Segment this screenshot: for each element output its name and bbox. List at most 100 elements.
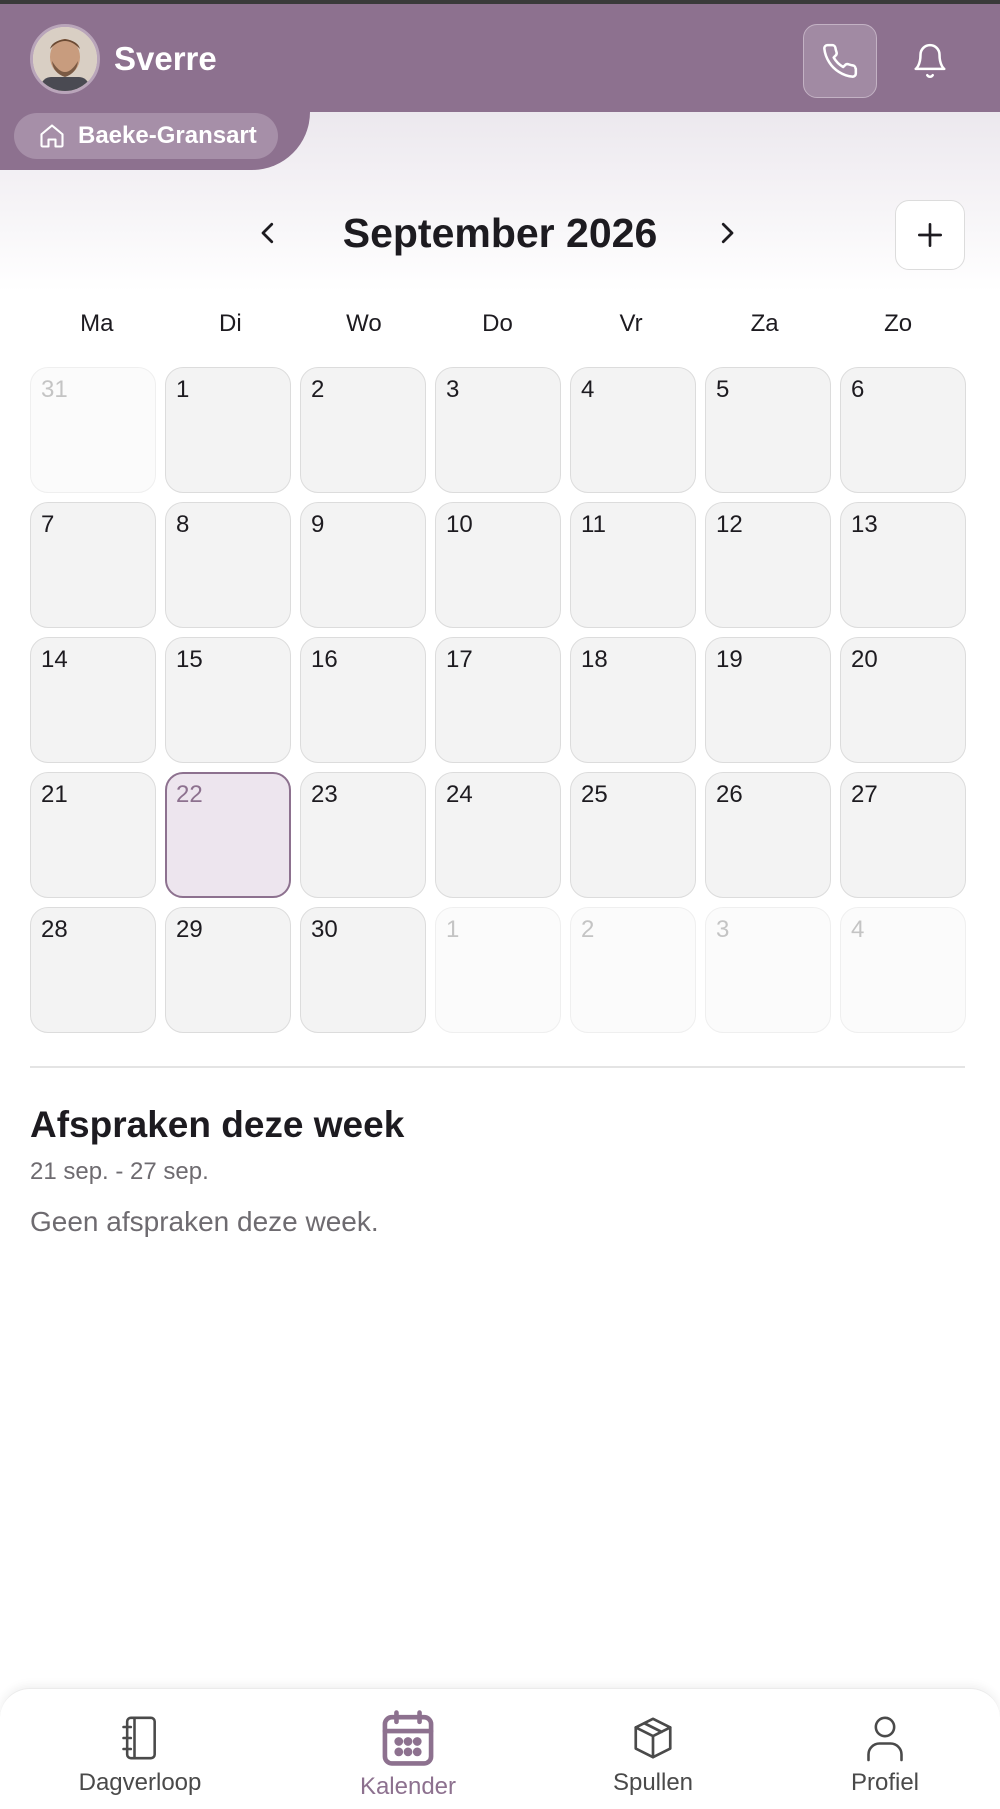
calendar-day[interactable]: 23 bbox=[300, 772, 426, 898]
user-name: Sverre bbox=[114, 40, 217, 77]
calendar-day[interactable]: 31 bbox=[30, 367, 156, 493]
day-number: 8 bbox=[176, 511, 190, 538]
day-number: 4 bbox=[581, 376, 595, 403]
calendar-day[interactable]: 3 bbox=[435, 367, 561, 493]
home-icon bbox=[40, 124, 64, 148]
day-number: 21 bbox=[41, 781, 68, 808]
plus-icon bbox=[918, 223, 942, 247]
day-number: 4 bbox=[851, 916, 865, 943]
calendar-day[interactable]: 15 bbox=[165, 637, 291, 763]
calendar-day[interactable]: 27 bbox=[840, 772, 966, 898]
calendar-day[interactable]: 19 bbox=[705, 637, 831, 763]
calendar-day[interactable]: 6 bbox=[840, 367, 966, 493]
calendar-day[interactable]: 12 bbox=[705, 502, 831, 628]
bottom-navigation: Dagverloop Kalender Spullen Profiel bbox=[0, 1688, 1000, 1809]
weekday-label: Wo bbox=[346, 310, 382, 337]
calendar-day[interactable]: 1 bbox=[435, 907, 561, 1033]
day-number: 31 bbox=[41, 376, 68, 403]
nav-item-dagverloop[interactable]: Dagverloop bbox=[60, 1689, 220, 1809]
calendar-day[interactable]: 14 bbox=[30, 637, 156, 763]
calendar-day[interactable]: 2 bbox=[570, 907, 696, 1033]
nav-item-spullen[interactable]: Spullen bbox=[573, 1689, 733, 1809]
bell-icon bbox=[914, 43, 946, 78]
day-number: 22 bbox=[176, 781, 203, 808]
weekday-label: Di bbox=[219, 310, 242, 337]
calendar-day[interactable]: 29 bbox=[165, 907, 291, 1033]
call-button[interactable] bbox=[803, 24, 877, 98]
day-number: 20 bbox=[851, 646, 878, 673]
weekday-label: Za bbox=[750, 310, 779, 337]
day-number: 15 bbox=[176, 646, 203, 673]
calendar-day[interactable]: 3 bbox=[705, 907, 831, 1033]
day-number: 23 bbox=[311, 781, 338, 808]
day-number: 16 bbox=[311, 646, 338, 673]
next-month-button[interactable] bbox=[704, 210, 750, 256]
week-section-title: Afspraken deze week bbox=[30, 1104, 405, 1145]
calendar-day[interactable]: 2 bbox=[300, 367, 426, 493]
weekday-label: Ma bbox=[80, 310, 114, 337]
nav-item-label: Dagverloop bbox=[78, 1769, 202, 1796]
calendar-day[interactable]: 16 bbox=[300, 637, 426, 763]
calendar-day[interactable]: 11 bbox=[570, 502, 696, 628]
avatar[interactable] bbox=[30, 24, 100, 94]
notebook-icon bbox=[122, 1716, 156, 1760]
empty-state-text: Geen afspraken deze week. bbox=[30, 1206, 379, 1237]
calendar-icon bbox=[382, 1710, 434, 1766]
notifications-button[interactable] bbox=[900, 29, 960, 93]
day-number: 27 bbox=[851, 781, 878, 808]
location-chip[interactable]: Baeke-Gransart bbox=[14, 113, 278, 159]
calendar-day[interactable]: 1 bbox=[165, 367, 291, 493]
weekday-label: Vr bbox=[619, 310, 643, 337]
person-icon bbox=[867, 1716, 903, 1762]
month-navigation: September 2026 bbox=[0, 196, 1000, 276]
day-number: 1 bbox=[176, 376, 190, 403]
day-number: 2 bbox=[581, 916, 595, 943]
day-number: 7 bbox=[41, 511, 55, 538]
nav-item-profiel[interactable]: Profiel bbox=[805, 1689, 965, 1809]
calendar-day[interactable]: 28 bbox=[30, 907, 156, 1033]
calendar-day[interactable]: 13 bbox=[840, 502, 966, 628]
calendar-day-today[interactable]: 22 bbox=[165, 772, 291, 898]
calendar-day[interactable]: 9 bbox=[300, 502, 426, 628]
day-number: 5 bbox=[716, 376, 730, 403]
day-number: 2 bbox=[311, 376, 325, 403]
nav-item-label: Kalender bbox=[359, 1773, 457, 1800]
day-number: 25 bbox=[581, 781, 608, 808]
nav-item-kalender[interactable]: Kalender bbox=[328, 1689, 488, 1809]
day-number: 1 bbox=[446, 916, 460, 943]
add-appointment-button[interactable] bbox=[895, 200, 965, 270]
calendar-day[interactable]: 21 bbox=[30, 772, 156, 898]
nav-item-label: Profiel bbox=[850, 1769, 920, 1796]
calendar-day[interactable]: 4 bbox=[570, 367, 696, 493]
day-number: 10 bbox=[446, 511, 473, 538]
calendar-day[interactable]: 5 bbox=[705, 367, 831, 493]
chevron-right-icon bbox=[721, 222, 734, 244]
calendar-day[interactable]: 4 bbox=[840, 907, 966, 1033]
day-number: 6 bbox=[851, 376, 865, 403]
box-icon bbox=[634, 1717, 672, 1759]
calendar-grid: 31 1 2 3 4 5 6 7 8 9 10 11 12 13 14 15 16 17 18 19 20 21 22 23 2… bbox=[30, 367, 966, 1033]
calendar-day[interactable]: 10 bbox=[435, 502, 561, 628]
calendar-day[interactable]: 24 bbox=[435, 772, 561, 898]
day-number: 11 bbox=[581, 511, 606, 538]
section-divider bbox=[30, 1066, 965, 1068]
weekday-header: Ma Di Wo Do Vr Za Zo bbox=[30, 310, 965, 338]
weekday-label: Zo bbox=[884, 310, 913, 337]
calendar-day[interactable]: 25 bbox=[570, 772, 696, 898]
day-number: 28 bbox=[41, 916, 68, 943]
calendar-day[interactable]: 20 bbox=[840, 637, 966, 763]
day-number: 17 bbox=[446, 646, 473, 673]
phone-icon bbox=[823, 43, 858, 78]
day-number: 29 bbox=[176, 916, 203, 943]
calendar-day[interactable]: 18 bbox=[570, 637, 696, 763]
calendar-day[interactable]: 30 bbox=[300, 907, 426, 1033]
day-number: 26 bbox=[716, 781, 743, 808]
calendar-day[interactable]: 7 bbox=[30, 502, 156, 628]
day-number: 18 bbox=[581, 646, 608, 673]
calendar-day[interactable]: 26 bbox=[705, 772, 831, 898]
day-number: 13 bbox=[851, 511, 878, 538]
calendar-day[interactable]: 8 bbox=[165, 502, 291, 628]
day-number: 12 bbox=[716, 511, 743, 538]
calendar-day[interactable]: 17 bbox=[435, 637, 561, 763]
weekday-label: Do bbox=[482, 310, 513, 337]
